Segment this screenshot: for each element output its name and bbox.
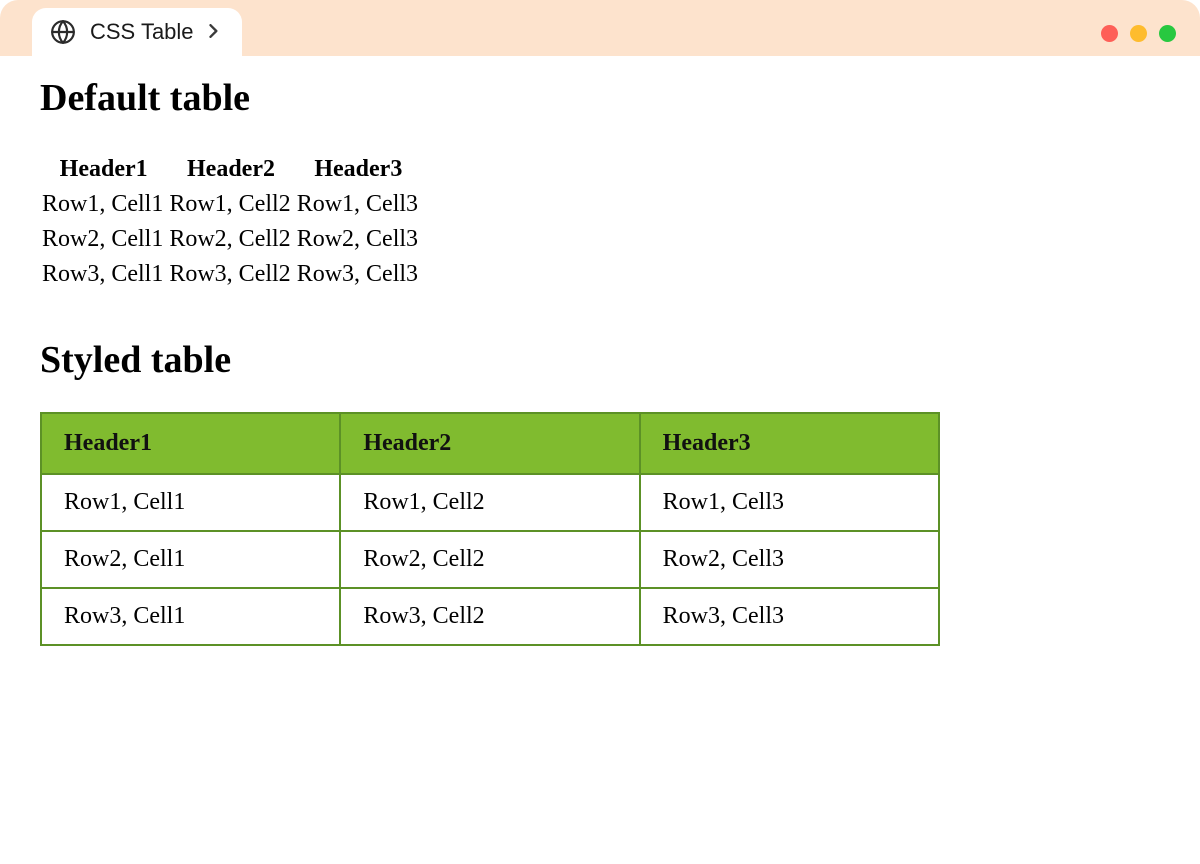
tab-title: CSS Table xyxy=(90,19,194,45)
table-cell: Row3, Cell3 xyxy=(640,588,939,645)
table-row: Row2, Cell1 Row2, Cell2 Row2, Cell3 xyxy=(41,531,939,588)
table-header-cell: Header3 xyxy=(295,154,422,189)
table-cell: Row2, Cell3 xyxy=(295,224,422,259)
heading-styled-table: Styled table xyxy=(40,340,1160,382)
table-cell: Row2, Cell1 xyxy=(40,224,167,259)
globe-icon xyxy=(50,19,76,45)
table-cell: Row3, Cell2 xyxy=(167,259,294,294)
heading-default-table: Default table xyxy=(40,78,1160,120)
table-cell: Row1, Cell3 xyxy=(640,474,939,531)
table-cell: Row3, Cell2 xyxy=(340,588,639,645)
table-header-cell: Header2 xyxy=(167,154,294,189)
table-cell: Row3, Cell3 xyxy=(295,259,422,294)
table-cell: Row2, Cell2 xyxy=(167,224,294,259)
window-minimize-button[interactable] xyxy=(1130,25,1147,42)
chevron-right-icon xyxy=(208,22,220,43)
table-cell: Row1, Cell1 xyxy=(40,189,167,224)
styled-table: Header1 Header2 Header3 Row1, Cell1 Row1… xyxy=(40,412,940,646)
page-content: Default table Header1 Header2 Header3 Ro… xyxy=(0,56,1200,668)
table-header-row: Header1 Header2 Header3 xyxy=(40,154,422,189)
window-close-button[interactable] xyxy=(1101,25,1118,42)
default-table: Header1 Header2 Header3 Row1, Cell1 Row1… xyxy=(40,154,422,294)
table-row: Row1, Cell1 Row1, Cell2 Row1, Cell3 xyxy=(41,474,939,531)
table-cell: Row1, Cell2 xyxy=(167,189,294,224)
tab-strip: CSS Table xyxy=(24,0,242,56)
browser-chrome: CSS Table xyxy=(0,0,1200,56)
table-cell: Row2, Cell1 xyxy=(41,531,340,588)
table-row: Row3, Cell1 Row3, Cell2 Row3, Cell3 xyxy=(40,259,422,294)
table-cell: Row2, Cell2 xyxy=(340,531,639,588)
browser-tab[interactable]: CSS Table xyxy=(32,8,242,56)
table-cell: Row1, Cell3 xyxy=(295,189,422,224)
table-header-row: Header1 Header2 Header3 xyxy=(41,413,939,474)
table-row: Row3, Cell1 Row3, Cell2 Row3, Cell3 xyxy=(41,588,939,645)
table-cell: Row1, Cell1 xyxy=(41,474,340,531)
window-controls xyxy=(1101,25,1176,56)
table-header-cell: Header2 xyxy=(340,413,639,474)
table-cell: Row2, Cell3 xyxy=(640,531,939,588)
table-cell: Row3, Cell1 xyxy=(40,259,167,294)
table-row: Row2, Cell1 Row2, Cell2 Row2, Cell3 xyxy=(40,224,422,259)
table-row: Row1, Cell1 Row1, Cell2 Row1, Cell3 xyxy=(40,189,422,224)
window-maximize-button[interactable] xyxy=(1159,25,1176,42)
table-header-cell: Header1 xyxy=(40,154,167,189)
table-header-cell: Header1 xyxy=(41,413,340,474)
table-header-cell: Header3 xyxy=(640,413,939,474)
table-cell: Row3, Cell1 xyxy=(41,588,340,645)
table-cell: Row1, Cell2 xyxy=(340,474,639,531)
